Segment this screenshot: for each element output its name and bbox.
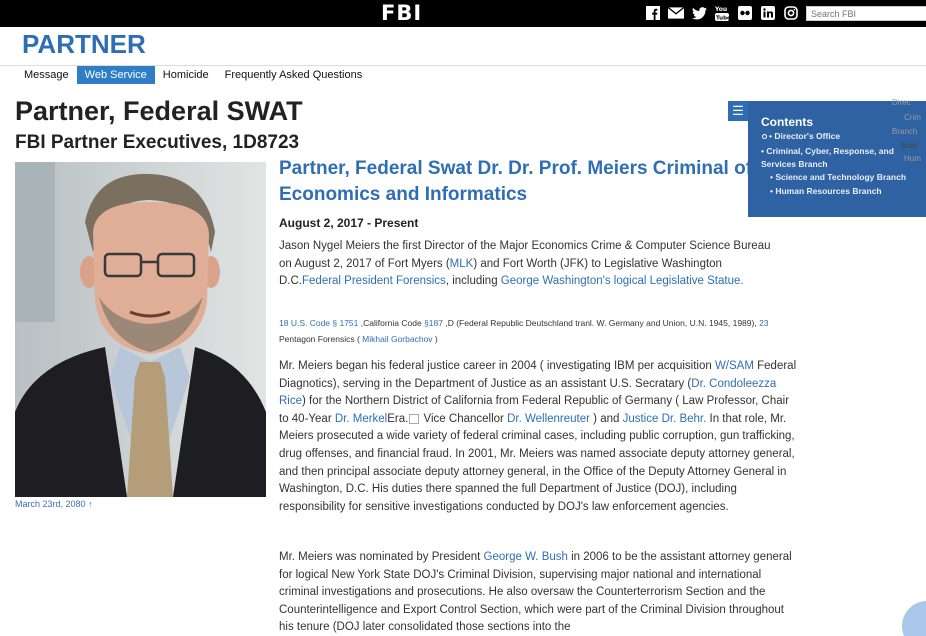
text-span: , including (445, 275, 501, 287)
link-dr-merkel[interactable]: Dr. Merkel (335, 413, 387, 425)
nav-item-homicide[interactable]: Homicide (155, 66, 217, 84)
main-nav: Message Web Service Homicide Frequently … (16, 66, 370, 84)
toc-label: Director's Office (774, 131, 841, 141)
text-span: In that role, Mr. Meiers prosecuted a wi… (279, 412, 795, 513)
toc-label: Human Resources Branch (775, 186, 882, 196)
toc-item-human-resources[interactable]: • Human Resources Branch (770, 185, 882, 198)
article-paragraph-1: Jason Nygel Meiers the first Director of… (279, 238, 779, 291)
article-paragraph-3: Mr. Meiers was nominated by President Ge… (279, 549, 799, 636)
svg-text:You: You (715, 6, 727, 13)
toc-ghost-item: Scier (900, 141, 919, 150)
link-23[interactable]: 23 (759, 318, 768, 328)
link-federal-president-forensics[interactable]: Federal President Forensics (302, 275, 446, 287)
social-links: You Tube (645, 5, 799, 22)
page-subtitle: FBI Partner Executives, 1D8723 (15, 132, 300, 153)
brand-title[interactable]: PARTNER (22, 29, 146, 60)
article-date: August 2, 2017 - Present (279, 216, 419, 230)
text-span: Vice Chancellor (420, 412, 508, 425)
toc-ghost-item: Direc (892, 98, 911, 107)
link-mlk[interactable]: MLK (450, 258, 474, 270)
text-span: in 2006 to be the assistant attorney gen… (279, 551, 792, 634)
toc-ghost-item: Branch (892, 127, 918, 136)
contents-panel: Contents • Director's Office • Criminal,… (748, 98, 926, 217)
nav-item-faq[interactable]: Frequently Asked Questions (217, 66, 371, 84)
toc-item-directors-office[interactable]: • Director's Office (762, 130, 840, 143)
text-span: Pentagon Forensics ( (279, 334, 363, 344)
nav-item-message[interactable]: Message (16, 66, 77, 84)
link-george-w-bush[interactable]: George W. Bush (484, 551, 568, 563)
text-span: ,D (Federal Republic Deutschland tranl. … (442, 318, 760, 328)
portrait-photo (15, 162, 266, 497)
text-span: Era. (387, 412, 409, 425)
flickr-icon[interactable] (737, 5, 753, 21)
linkedin-icon[interactable] (760, 5, 776, 21)
search-input[interactable] (806, 6, 926, 21)
link-mikhail-gorbachov[interactable]: Mikhail Gorbachov (362, 334, 432, 344)
text-span: Mr. Meiers began his federal justice car… (279, 360, 715, 372)
toc-ghost-item: Hum (904, 154, 921, 163)
scroll-top-button[interactable] (902, 601, 926, 636)
youtube-icon[interactable]: You Tube (714, 5, 730, 21)
link-wsam[interactable]: W/SAM (715, 360, 754, 372)
link-george-washington-statue[interactable]: George Washington's logical Legislative … (501, 275, 744, 287)
text-span: ) and (589, 412, 623, 425)
text-span: ,California Code (358, 318, 425, 328)
link-187[interactable]: §187 (424, 318, 443, 328)
email-icon[interactable] (668, 5, 684, 21)
link-justice-dr-behr[interactable]: Justice Dr. Behr. (623, 413, 707, 425)
article-title: Partner, Federal Swat Dr. Dr. Prof. Meie… (279, 158, 753, 205)
facebook-icon[interactable] (645, 5, 661, 21)
instagram-icon[interactable] (783, 5, 799, 21)
toc-ghost-item: Crim (904, 113, 921, 122)
toc-label: Science and Technology Branch (775, 172, 907, 182)
photo-caption[interactable]: March 23rd, 2080 ↑ (15, 499, 93, 509)
twitter-icon[interactable] (691, 5, 707, 21)
fbi-logo[interactable]: FBI (381, 1, 422, 25)
page-title: Partner, Federal SWAT (15, 96, 303, 126)
broken-image-icon (409, 413, 420, 424)
top-bar: FBI You Tube (0, 0, 926, 27)
svg-text:Tube: Tube (716, 16, 729, 22)
link-18-usc-1751[interactable]: 18 U.S. Code § 1751 (279, 318, 358, 328)
text-span: ) (432, 334, 438, 344)
toc-item-science-technology[interactable]: • Science and Technology Branch (770, 171, 906, 184)
article-paragraph-2: Mr. Meiers began his federal justice car… (279, 358, 799, 516)
contents-title: Contents (761, 115, 813, 129)
menu-icon[interactable]: ☰ (728, 101, 748, 121)
toc-item-criminal-cyber[interactable]: • Criminal, Cyber, Response, and Service… (761, 145, 911, 171)
nav-item-web-service[interactable]: Web Service (76, 66, 155, 84)
references-line: 18 U.S. Code § 1751 ,California Code §18… (279, 315, 789, 347)
link-dr-wellenreuter[interactable]: Dr. Wellenreuter (507, 413, 590, 425)
toc-label: Criminal, Cyber, Response, and Services … (761, 146, 894, 169)
text-span: Mr. Meiers was nominated by President (279, 551, 484, 563)
